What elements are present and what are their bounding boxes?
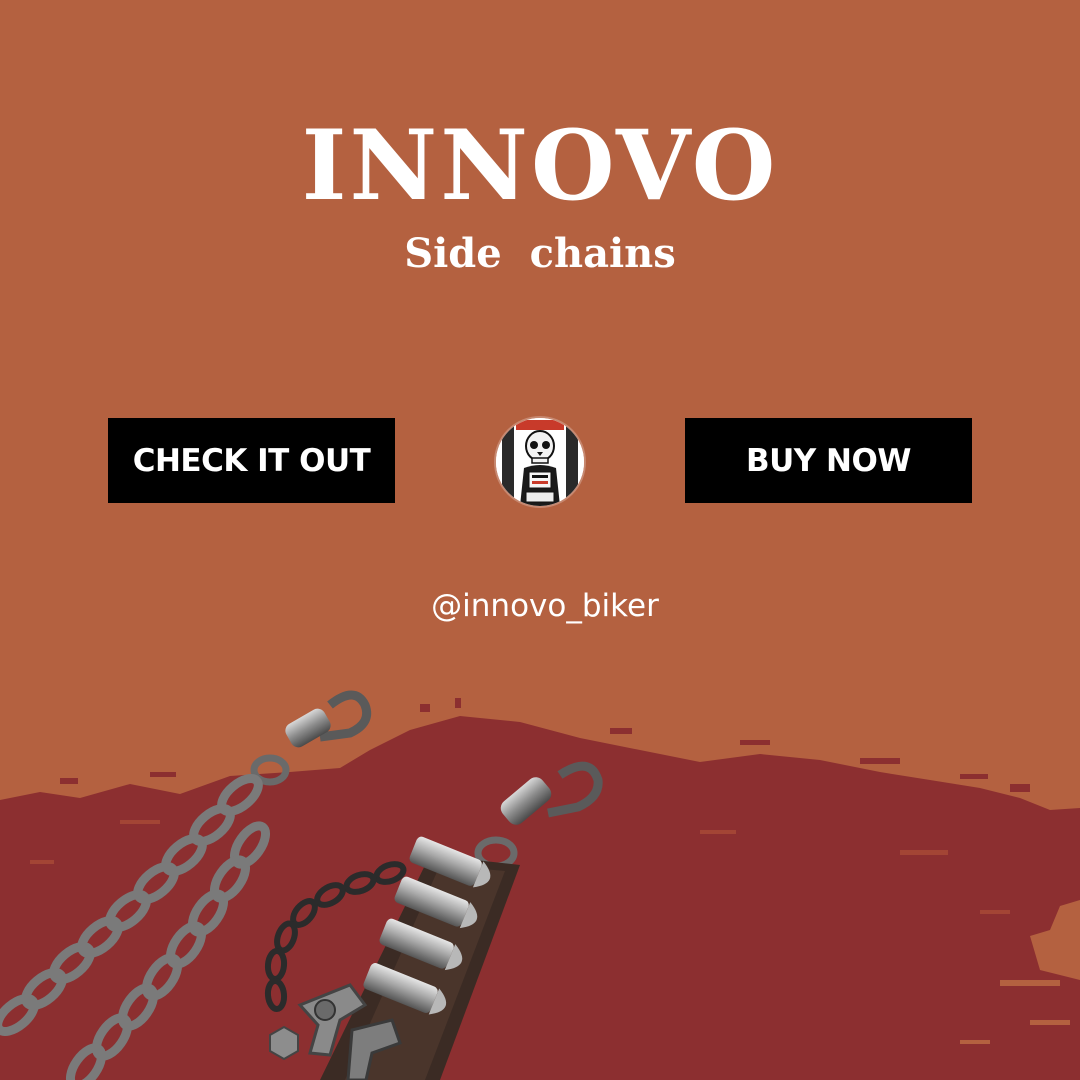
skull-avatar-icon[interactable]: [496, 418, 584, 506]
side-chain-product-image: [0, 690, 603, 1080]
social-handle[interactable]: @innovo_biker: [0, 588, 1080, 624]
brand-subtitle: Side chains: [404, 230, 676, 277]
buy-now-button[interactable]: BUY NOW: [685, 418, 972, 503]
brand-title: INNOVO: [301, 109, 779, 222]
promo-canvas: INNOVO Side chains CHECK IT OUT BUY NOW: [0, 0, 1080, 1080]
check-it-out-button[interactable]: CHECK IT OUT: [108, 418, 395, 503]
buy-now-label: BUY NOW: [745, 442, 912, 479]
skull-avatar-graphic: [496, 418, 584, 506]
check-it-out-label: CHECK IT OUT: [132, 442, 371, 479]
